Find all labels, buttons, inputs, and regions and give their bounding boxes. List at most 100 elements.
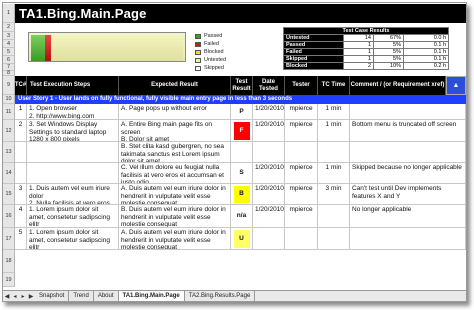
prev-sheet-icon[interactable]: ◂ xyxy=(11,293,19,300)
date-cell[interactable]: 1/20/2010 xyxy=(253,184,285,204)
untested-segment xyxy=(51,35,183,61)
col-header-expected[interactable]: Expected Result xyxy=(119,76,231,95)
tc-cell[interactable]: 1 xyxy=(15,104,27,119)
row-number[interactable]: 9 xyxy=(3,76,15,95)
time-cell[interactable]: 1 min xyxy=(318,104,350,119)
last-sheet-icon[interactable]: ▶ xyxy=(27,293,35,300)
time-cell[interactable]: 3 min xyxy=(318,184,350,204)
row-number[interactable]: 3 xyxy=(3,32,15,40)
expected-cell[interactable]: B. Duis autem vel eum iriure dolor in he… xyxy=(119,205,231,227)
scroll-up-icon[interactable]: ▲ xyxy=(446,76,466,95)
steps-cell[interactable]: 1. Duis autem vel eum iriure dolor 2. Nu… xyxy=(27,184,119,204)
time-cell[interactable] xyxy=(318,228,350,249)
row-number[interactable]: 5 xyxy=(3,48,15,56)
comment-cell[interactable]: Skipped because no longer applicable xyxy=(350,163,466,183)
row-number[interactable]: 19 xyxy=(3,273,15,287)
col-header-comment[interactable]: Comment / (or Requirement xref) xyxy=(350,76,446,95)
result-cell[interactable] xyxy=(231,142,253,162)
result-cell-container[interactable]: U xyxy=(231,228,253,249)
row-number[interactable]: 13 xyxy=(3,142,15,163)
row-number[interactable]: 15 xyxy=(3,184,15,205)
tester-cell[interactable]: mpierce xyxy=(285,120,318,141)
comment-cell[interactable] xyxy=(350,228,466,249)
steps-cell[interactable]: 3. Set Windows Display Settings to stand… xyxy=(27,120,119,141)
sheet-tab[interactable]: TA2.Bing.Results.Page xyxy=(185,291,256,301)
tester-cell[interactable]: mpierce xyxy=(285,163,318,183)
steps-cell[interactable]: 1. Lorem ipsum dolor sit amet, consetetu… xyxy=(27,228,119,249)
result-cell-container[interactable]: P xyxy=(231,104,253,119)
steps-cell[interactable] xyxy=(27,142,119,162)
date-cell[interactable] xyxy=(253,228,285,249)
result-cell-container[interactable]: F xyxy=(231,120,253,141)
col-header-steps[interactable]: Test Execution Steps xyxy=(27,76,119,95)
next-sheet-icon[interactable]: ▸ xyxy=(19,293,27,300)
col-header-date[interactable]: Date Tested xyxy=(253,76,285,95)
col-header-result[interactable]: Test Result xyxy=(231,76,253,95)
row-number[interactable]: 14 xyxy=(3,163,15,184)
expected-cell[interactable]: A. Duis autem vel eum iriure dolor in he… xyxy=(119,184,231,204)
time-cell[interactable]: 1 min xyxy=(318,120,350,141)
col-header-tester[interactable]: Tester xyxy=(285,76,318,95)
comment-cell[interactable] xyxy=(350,142,466,162)
date-cell[interactable]: 1/20/2010 xyxy=(253,205,285,227)
time-cell[interactable] xyxy=(318,205,350,227)
result-cell-container[interactable]: n/a xyxy=(231,205,253,227)
row-number[interactable]: 17 xyxy=(3,228,15,250)
steps-cell[interactable]: 1. Lorem ipsum dolor sit amet, consetetu… xyxy=(27,205,119,227)
row-number[interactable]: 4 xyxy=(3,40,15,48)
date-cell[interactable]: 1/20/2010 xyxy=(253,120,285,141)
result-cell[interactable]: B xyxy=(233,185,250,203)
tc-cell[interactable] xyxy=(15,163,27,183)
comment-cell[interactable] xyxy=(350,104,466,119)
first-sheet-icon[interactable]: ◀ xyxy=(3,293,11,300)
tc-cell[interactable]: 3 xyxy=(15,184,27,204)
time-cell[interactable]: 1 min xyxy=(318,163,350,183)
row-number[interactable]: 11 xyxy=(3,104,15,120)
result-cell[interactable]: F xyxy=(233,121,250,140)
comment-cell[interactable]: Can't test until Dev implements features… xyxy=(350,184,466,204)
col-header-time[interactable]: TC Time xyxy=(318,76,350,95)
expected-cell[interactable]: B. Stet clita kasd gubergren, no sea tak… xyxy=(119,142,231,162)
result-cell[interactable]: P xyxy=(233,105,250,118)
row-number[interactable]: 12 xyxy=(3,120,15,142)
comment-cell[interactable]: No longer applicable xyxy=(350,205,466,227)
expected-cell[interactable]: A. Entire Bing main page fits on screen … xyxy=(119,120,231,141)
result-cell-container[interactable]: B xyxy=(231,184,253,204)
tester-cell[interactable] xyxy=(285,142,318,162)
row-number[interactable]: 16 xyxy=(3,205,15,228)
tester-cell[interactable]: mpierce xyxy=(285,184,318,204)
tester-cell[interactable]: mpierce xyxy=(285,205,318,227)
result-cell[interactable]: n/a xyxy=(233,206,250,226)
sheet-tab[interactable]: Trend xyxy=(69,291,94,301)
date-cell[interactable] xyxy=(253,142,285,162)
result-cell[interactable]: S xyxy=(233,164,250,182)
result-cell[interactable]: U xyxy=(233,229,250,248)
row-number[interactable]: 2 xyxy=(3,23,15,32)
row-number[interactable]: 10 xyxy=(3,95,15,104)
tc-cell[interactable]: 2 xyxy=(15,120,27,141)
tc-cell[interactable]: 4 xyxy=(15,205,27,227)
row-number[interactable]: 18 xyxy=(3,250,15,273)
comment-cell[interactable]: Bottom menu is truncated off screen xyxy=(350,120,466,141)
legend-swatch xyxy=(195,41,201,47)
expected-cell[interactable]: A. Duis autem vel eum iriure dolor in he… xyxy=(119,228,231,249)
row-number[interactable]: 1 xyxy=(3,4,15,23)
col-header-tc[interactable]: TC# xyxy=(15,76,27,95)
row-number[interactable]: 6 xyxy=(3,56,15,64)
sheet-tab[interactable]: TA1.Bing.Main.Page xyxy=(118,291,185,301)
results-hr: 0.0 h xyxy=(403,34,449,42)
tester-cell[interactable] xyxy=(285,228,318,249)
steps-cell[interactable]: 1. Open browser 2. http://www.bing.com xyxy=(27,104,119,119)
expected-cell[interactable]: A. Page pops up without error xyxy=(119,104,231,119)
steps-cell[interactable] xyxy=(27,163,119,183)
tc-cell[interactable]: 5 xyxy=(15,228,27,249)
date-cell[interactable]: 1/20/2010 xyxy=(253,163,285,183)
result-cell-container[interactable]: S xyxy=(231,163,253,183)
sheet-tab[interactable]: About xyxy=(94,291,119,301)
tc-cell[interactable] xyxy=(15,142,27,162)
tester-cell[interactable]: mpierce xyxy=(285,104,318,119)
expected-cell[interactable]: C. Vel illum dolore eu feugiat nulla fac… xyxy=(119,163,231,183)
date-cell[interactable]: 1/20/2010 xyxy=(253,104,285,119)
sheet-tab[interactable]: Snapshot xyxy=(35,291,70,301)
time-cell[interactable] xyxy=(318,142,350,162)
